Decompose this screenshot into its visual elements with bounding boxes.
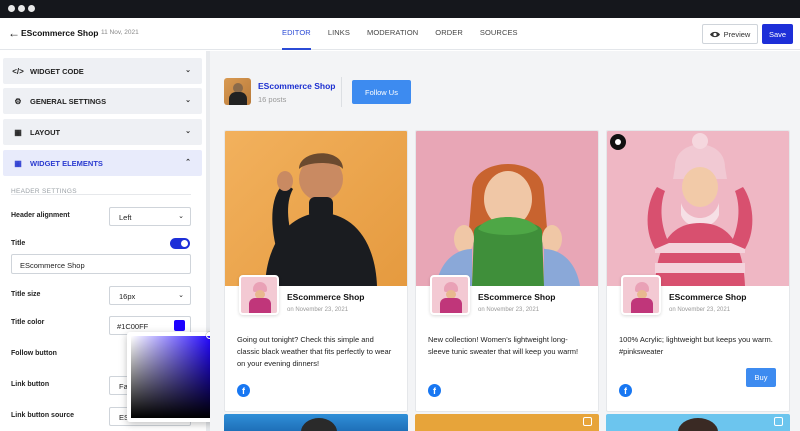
section-widget-code[interactable]: </> WIDGET CODE ⌄ <box>3 58 202 84</box>
tab-sources[interactable]: SOURCES <box>480 18 518 50</box>
tab-editor[interactable]: EDITOR <box>282 18 311 50</box>
section-label: GENERAL SETTINGS <box>30 96 107 106</box>
section-label: LAYOUT <box>30 127 61 137</box>
window-titlebar <box>0 0 800 18</box>
shop-date: 11 Nov, 2021 <box>101 29 139 36</box>
title-label: Title <box>11 240 26 247</box>
post-card[interactable] <box>224 414 408 431</box>
section-general-settings[interactable]: ⚙ GENERAL SETTINGS ⌄ <box>3 88 202 114</box>
post-text: Going out tonight? Check this simple and… <box>237 335 392 368</box>
post-photo <box>607 131 789 286</box>
post-card[interactable]: EScommerce Shop on November 23, 2021 New… <box>415 130 599 412</box>
title-color-label: Title color <box>11 319 45 326</box>
preview-button[interactable]: Preview <box>702 24 758 44</box>
select-value: Left <box>119 213 132 222</box>
post-date: on November 23, 2021 <box>669 307 731 313</box>
post-date: on November 23, 2021 <box>287 307 349 313</box>
chevron-up-icon: ⌃ <box>185 159 191 166</box>
post-author: EScommerce Shop <box>669 292 747 302</box>
chevron-down-icon: ⌄ <box>178 292 184 299</box>
chevron-down-icon: ⌄ <box>178 213 184 220</box>
post-author: EScommerce Shop <box>287 292 365 302</box>
section-widget-elements[interactable]: ▦ WIDGET ELEMENTS ⌃ <box>3 150 202 176</box>
window-dot <box>28 5 35 12</box>
follow-button[interactable]: Follow Us <box>352 80 411 104</box>
tab-order[interactable]: ORDER <box>435 18 463 50</box>
title-input[interactable]: EScommerce Shop <box>11 254 191 274</box>
code-icon: </> <box>12 66 24 76</box>
facebook-icon[interactable]: f <box>237 384 250 397</box>
section-layout[interactable]: ▦ LAYOUT ⌄ <box>3 119 202 145</box>
profile-avatar <box>224 78 251 105</box>
gear-icon: ⚙ <box>14 96 22 106</box>
follow-button-label: Follow button <box>11 350 57 357</box>
divider <box>11 194 191 195</box>
tab-moderation[interactable]: MODERATION <box>367 18 418 50</box>
tab-bar: EDITOR LINKS MODERATION ORDER SOURCES <box>282 18 535 50</box>
top-bar: ← EScommerce Shop 11 Nov, 2021 EDITOR LI… <box>0 18 800 50</box>
post-card[interactable] <box>606 414 790 431</box>
select-value: 16px <box>119 292 136 301</box>
post-author: EScommerce Shop <box>478 292 556 302</box>
multiple-images-icon <box>774 417 783 426</box>
post-text: 100% Acrylic; lightweight but keeps you … <box>619 335 773 356</box>
preview-label: Preview <box>723 29 751 39</box>
section-label: WIDGET CODE <box>30 66 84 76</box>
arrow-left-icon[interactable]: ← <box>8 26 20 40</box>
post-avatar <box>239 275 279 315</box>
divider <box>341 77 342 107</box>
post-avatar <box>430 275 470 315</box>
layout-icon: ▦ <box>14 127 22 137</box>
eye-icon <box>709 31 720 37</box>
instagram-icon <box>610 134 626 150</box>
facebook-icon[interactable]: f <box>428 384 441 397</box>
window-dot <box>8 5 15 12</box>
tab-links[interactable]: LINKS <box>328 18 350 50</box>
profile-name[interactable]: EScommerce Shop <box>258 81 335 91</box>
color-swatch[interactable] <box>174 320 185 331</box>
profile-posts-count: 16 posts <box>258 95 287 104</box>
window-dot <box>18 5 25 12</box>
grid-icon: ▦ <box>14 158 22 168</box>
link-button-label: Link button <box>11 381 50 388</box>
post-date: on November 23, 2021 <box>478 307 540 313</box>
title-toggle[interactable] <box>170 238 190 249</box>
post-text: New collection! Women's lightweight long… <box>428 335 579 356</box>
color-value: #1C00FF <box>117 322 149 331</box>
post-card[interactable]: EScommerce Shop on November 23, 2021 100… <box>606 130 790 412</box>
multiple-images-icon <box>583 417 592 426</box>
chevron-down-icon: ⌄ <box>185 128 191 135</box>
header-alignment-label: Header alignment <box>11 212 70 219</box>
chevron-down-icon: ⌄ <box>185 67 191 74</box>
header-alignment-select[interactable]: Left ⌄ <box>109 207 191 226</box>
post-photo <box>225 131 407 286</box>
save-button[interactable]: Save <box>762 24 793 44</box>
facebook-icon[interactable]: f <box>619 384 632 397</box>
chevron-down-icon: ⌄ <box>185 97 191 104</box>
shop-name: EScommerce Shop <box>21 28 99 38</box>
post-card[interactable] <box>415 414 599 431</box>
title-size-select[interactable]: 16px ⌄ <box>109 286 191 305</box>
buy-button[interactable]: Buy <box>746 368 776 387</box>
saturation-value-area[interactable] <box>131 336 213 418</box>
post-card[interactable]: EScommerce Shop on November 23, 2021 Goi… <box>224 130 408 412</box>
link-button-source-label: Link button source <box>11 412 74 419</box>
section-label: WIDGET ELEMENTS <box>30 158 103 168</box>
post-photo <box>416 131 598 286</box>
title-size-label: Title size <box>11 291 41 298</box>
post-avatar <box>621 275 661 315</box>
